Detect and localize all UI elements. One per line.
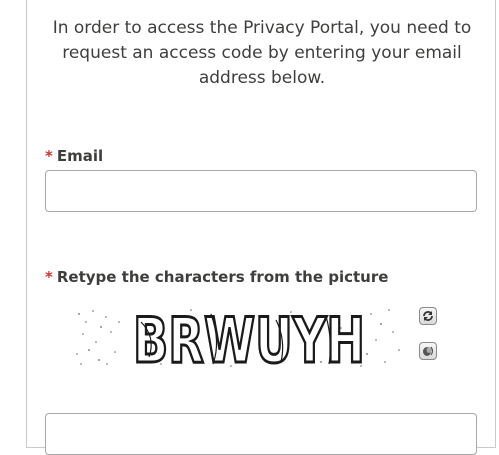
email-required-marker: * — [45, 147, 53, 165]
refresh-icon — [423, 311, 433, 321]
email-label-text: Email — [56, 147, 104, 165]
captcha-audio-button[interactable] — [419, 342, 437, 360]
captcha-required-marker: * — [45, 268, 53, 286]
captcha-image: BRWUYH — [76, 303, 400, 372]
captcha-refresh-button[interactable] — [419, 307, 437, 325]
email-input[interactable] — [45, 170, 477, 212]
intro-line-1: In order to access the Privacy Portal, y… — [52, 18, 472, 38]
audio-icon — [423, 346, 434, 356]
intro-text: In order to access the Privacy Portal, y… — [27, 16, 497, 91]
captcha-label: * Retype the characters from the picture — [45, 268, 388, 286]
email-label: * Email — [45, 147, 103, 165]
intro-line-3: address below. — [198, 68, 326, 88]
intro-line-2: request an access code by entering your … — [62, 43, 462, 63]
privacy-portal-card: In order to access the Privacy Portal, y… — [26, 0, 497, 455]
captcha-label-text: Retype the characters from the picture — [56, 268, 389, 286]
captcha-input[interactable] — [45, 413, 477, 455]
